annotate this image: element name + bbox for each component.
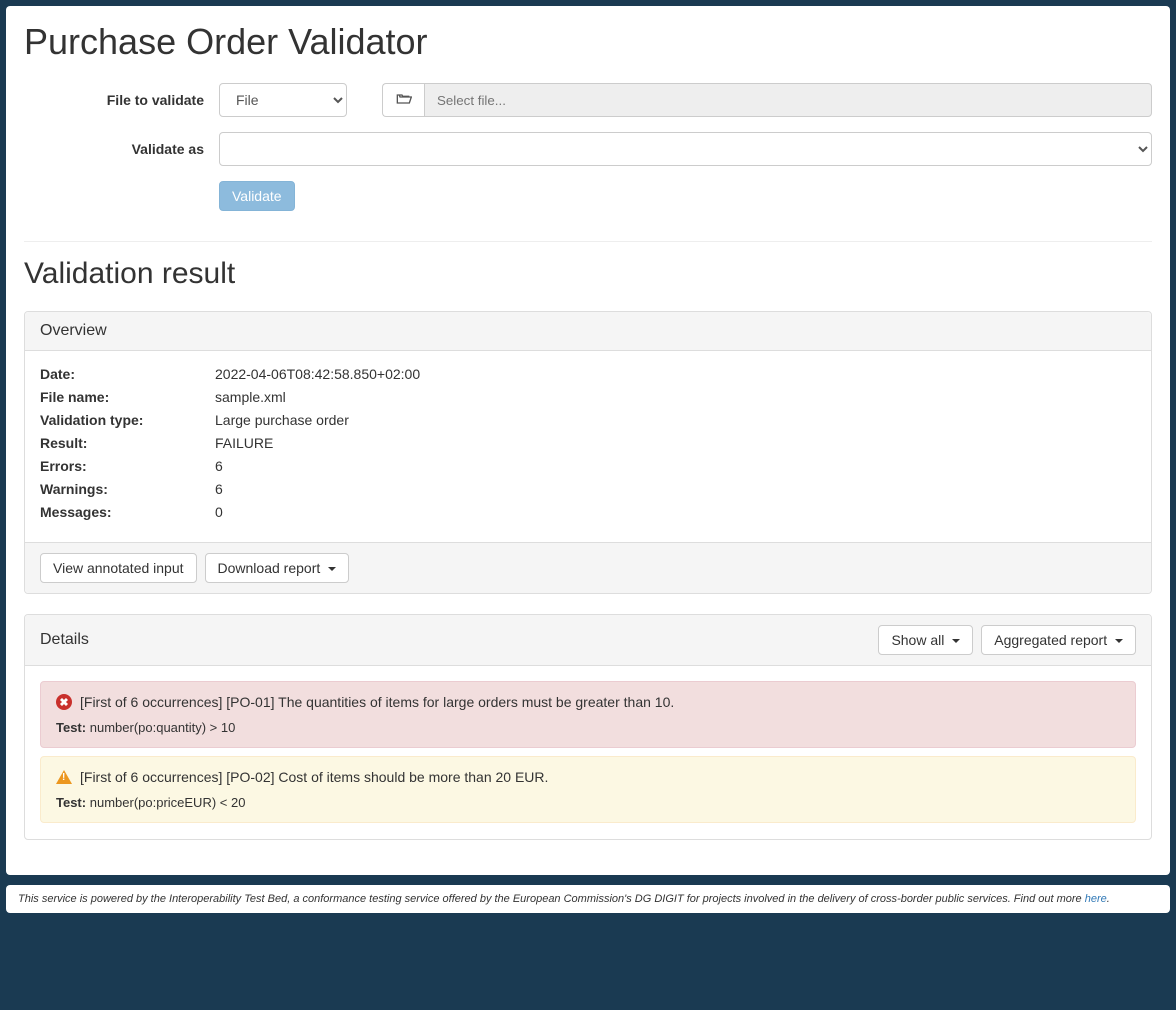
- aggregated-report-button[interactable]: Aggregated report: [981, 625, 1136, 655]
- download-report-button[interactable]: Download report: [205, 553, 350, 583]
- file-to-validate-label: File to validate: [24, 92, 219, 108]
- overview-warnings-value: 6: [215, 481, 223, 497]
- test-expression: number(po:quantity) > 10: [90, 720, 236, 735]
- file-input[interactable]: [424, 83, 1152, 117]
- footer: This service is powered by the Interoper…: [6, 885, 1170, 913]
- overview-errors-value: 6: [215, 458, 223, 474]
- caret-down-icon: [328, 567, 336, 571]
- overview-filename-label: File name:: [40, 389, 215, 405]
- warning-icon: [56, 770, 72, 784]
- overview-result-label: Result:: [40, 435, 215, 451]
- overview-result-value: FAILURE: [215, 435, 273, 451]
- overview-errors-label: Errors:: [40, 458, 215, 474]
- caret-down-icon: [952, 639, 960, 643]
- footer-link[interactable]: here: [1085, 893, 1107, 905]
- show-all-label: Show all: [891, 632, 944, 648]
- validate-as-label: Validate as: [24, 141, 219, 157]
- overview-messages-label: Messages:: [40, 504, 215, 520]
- file-type-select[interactable]: File: [219, 83, 347, 117]
- download-report-label: Download report: [218, 560, 321, 576]
- overview-date-value: 2022-04-06T08:42:58.850+02:00: [215, 366, 420, 382]
- details-panel: Details Show all Aggregated report ✖ [Fi…: [24, 614, 1152, 840]
- view-annotated-input-button[interactable]: View annotated input: [40, 553, 197, 583]
- error-message: [First of 6 occurrences] [PO-01] The qua…: [80, 694, 674, 710]
- validate-button[interactable]: Validate: [219, 181, 295, 211]
- warning-item[interactable]: [First of 6 occurrences] [PO-02] Cost of…: [40, 756, 1136, 823]
- overview-type-label: Validation type:: [40, 412, 215, 428]
- overview-title: Overview: [25, 312, 1151, 351]
- aggregated-report-label: Aggregated report: [994, 632, 1107, 648]
- caret-down-icon: [1115, 639, 1123, 643]
- folder-open-icon: [396, 92, 412, 109]
- validate-as-select[interactable]: [219, 132, 1152, 166]
- overview-filename-value: sample.xml: [215, 389, 286, 405]
- test-label: Test:: [56, 720, 86, 735]
- validation-result-heading: Validation result: [24, 257, 1152, 291]
- test-expression: number(po:priceEUR) < 20: [90, 795, 246, 810]
- warning-message: [First of 6 occurrences] [PO-02] Cost of…: [80, 769, 548, 785]
- footer-text: This service is powered by the Interoper…: [18, 893, 1085, 905]
- details-title: Details: [40, 631, 89, 649]
- overview-warnings-label: Warnings:: [40, 481, 215, 497]
- page-title: Purchase Order Validator: [24, 21, 1152, 63]
- show-all-button[interactable]: Show all: [878, 625, 973, 655]
- error-icon: ✖: [56, 694, 72, 710]
- overview-messages-value: 0: [215, 504, 223, 520]
- browse-file-button[interactable]: [382, 83, 424, 117]
- overview-date-label: Date:: [40, 366, 215, 382]
- footer-period: .: [1107, 893, 1110, 905]
- test-label: Test:: [56, 795, 86, 810]
- error-item[interactable]: ✖ [First of 6 occurrences] [PO-01] The q…: [40, 681, 1136, 748]
- divider: [24, 241, 1152, 242]
- overview-type-value: Large purchase order: [215, 412, 349, 428]
- overview-panel: Overview Date: 2022-04-06T08:42:58.850+0…: [24, 311, 1152, 594]
